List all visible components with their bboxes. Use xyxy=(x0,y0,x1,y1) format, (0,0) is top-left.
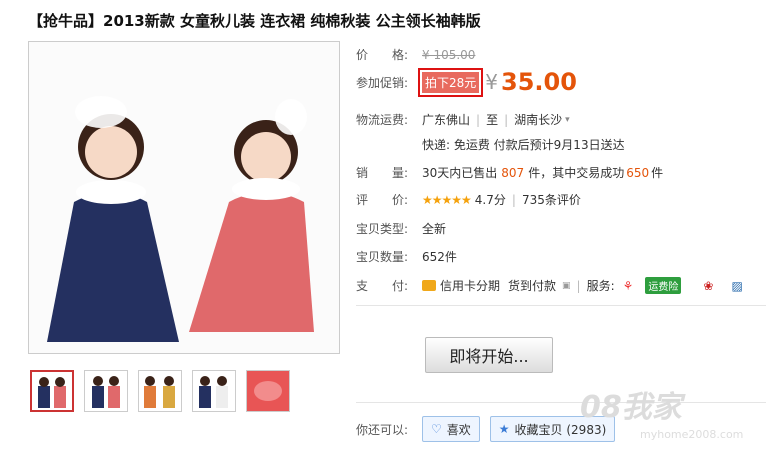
thumbnail-2[interactable] xyxy=(84,370,128,412)
shipping-destination[interactable]: 湖南长沙 xyxy=(514,111,562,128)
rating-row: 评 价: ★★★★★ 4.7分 | 735条评价 xyxy=(356,191,581,208)
rating-label: 评 价: xyxy=(356,193,409,207)
thumbnail-3[interactable] xyxy=(138,370,182,412)
shipping-to-label: 至 xyxy=(486,113,499,127)
shipping-from: 广东佛山 xyxy=(422,113,471,127)
promo-price: 35.00 xyxy=(501,68,577,96)
quantity-row: 宝贝数量: 652件 xyxy=(356,248,457,265)
shipping-separator: | xyxy=(476,112,481,127)
actions-label: 你还可以: xyxy=(356,422,409,437)
credit-card-icon xyxy=(422,280,436,291)
quantity-value: 652件 xyxy=(422,250,457,264)
cash-on-delivery[interactable]: 货到付款 xyxy=(508,277,556,294)
divider-2 xyxy=(356,402,766,403)
like-label: 喜欢 xyxy=(446,422,471,437)
sales-row: 销 量: 30天内已售出 807 件，其中交易成功 650 件 xyxy=(356,164,663,181)
sales-label: 销 量: xyxy=(356,166,409,180)
shipping-detail: 快递: 免运费 付款后预计9月13日送达 xyxy=(422,138,625,152)
thumbnail-1[interactable] xyxy=(30,370,74,412)
rating-separator: | xyxy=(511,192,516,207)
watermark-url: myhome2008.com xyxy=(640,428,744,441)
payment-label: 支 付: xyxy=(356,279,409,293)
price-label: 价 格: xyxy=(356,48,409,62)
thumbnail-5[interactable] xyxy=(246,370,290,412)
type-value: 全新 xyxy=(422,222,447,236)
sales-prefix: 30天内已售出 xyxy=(422,166,498,180)
promo-label: 参加促销: xyxy=(356,75,409,90)
payment-row: 支 付: 信用卡分期 货到付款 ▣ | 服务: ⚘ 运费险 ❀ ▨ xyxy=(356,277,743,294)
shipping-separator-2: | xyxy=(504,112,509,127)
shipping-row: 物流运费: 广东佛山 | 至 | 湖南长沙 ▾ xyxy=(356,111,570,128)
sales-suffix: 件 xyxy=(651,166,664,180)
currency-symbol: ¥ xyxy=(485,70,499,94)
return-policy-icon[interactable]: ▨ xyxy=(731,279,742,293)
chevron-down-icon[interactable]: ▾ xyxy=(565,115,570,125)
heart-icon: ♡ xyxy=(431,422,442,436)
rating-score: 4.7分 xyxy=(474,193,506,207)
promo-row: 参加促销: 拍下28元 ¥ 35.00 xyxy=(356,67,577,97)
thumbnail-4[interactable] xyxy=(192,370,236,412)
star-icon: ★ xyxy=(498,422,510,436)
rating-stars-icon: ★★★★★ xyxy=(422,192,472,207)
original-price: ¥ 105.00 xyxy=(422,47,476,62)
sold-count: 807 xyxy=(501,165,525,180)
quantity-label: 宝贝数量: xyxy=(356,250,409,264)
divider xyxy=(356,305,766,306)
promo-tag: 拍下28元 xyxy=(417,67,484,97)
product-title: 【抢牛品】2013新款 女童秋儿装 连衣裙 纯棉秋装 公主领长袖韩版 xyxy=(28,12,481,30)
more-icon[interactable]: ▣ xyxy=(562,281,571,291)
credit-installment[interactable]: 信用卡分期 xyxy=(440,277,500,294)
success-count: 650 xyxy=(626,165,650,180)
review-count-link[interactable]: 735条评价 xyxy=(522,191,581,208)
guarantee-icon[interactable]: ⚘ xyxy=(623,279,634,293)
sales-mid: 件，其中交易成功 xyxy=(528,166,625,180)
type-label: 宝贝类型: xyxy=(356,222,409,236)
shipping-insurance-badge[interactable]: 运费险 xyxy=(645,277,682,294)
shipping-label: 物流运费: xyxy=(356,113,409,127)
price-row: 价 格: ¥ 105.00 xyxy=(356,46,475,63)
service-separator: | xyxy=(576,278,581,293)
main-product-image xyxy=(28,41,340,354)
service-label: 服务: xyxy=(586,279,615,293)
consumer-protection-icon[interactable]: ❀ xyxy=(703,279,713,293)
thumbnail-strip xyxy=(30,370,290,412)
like-button[interactable]: ♡ 喜欢 xyxy=(422,416,480,442)
watermark-logo: 08我家 xyxy=(580,390,682,425)
type-row: 宝贝类型: 全新 xyxy=(356,220,446,237)
start-soon-button[interactable]: 即将开始... xyxy=(425,337,553,373)
